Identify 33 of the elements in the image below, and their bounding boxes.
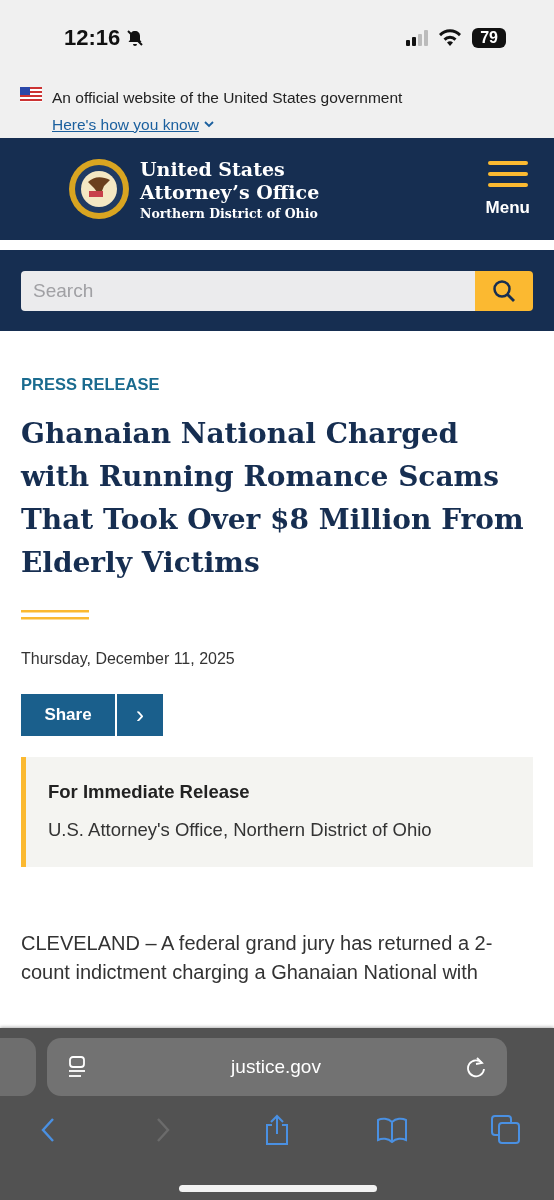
flag-icon [20,87,42,102]
status-time: 12:16 [64,24,121,51]
release-date: Thursday, December 11, 2025 [21,650,235,668]
wifi-icon [438,28,463,47]
office-name: United States [140,157,286,181]
article-title: Ghanaian National Charged with Running Romance Scams That Took Over $8 Million From Elderly Victims [21,416,525,581]
share-icon [264,1114,290,1146]
muted-bell-icon [126,28,145,47]
district-name: Northern District of Ohio [140,205,319,221]
menu-button[interactable]: Menu [485,160,530,218]
tabs-icon [491,1115,521,1145]
reload-icon[interactable] [465,1056,487,1078]
book-icon [375,1117,408,1143]
official-website-notice: An official website of the United States government [52,89,404,108]
search-icon [492,278,516,303]
battery-level: 79 [472,27,506,48]
menu-icon [487,160,528,188]
search-field[interactable]: Search [21,270,475,311]
department-seal-icon [68,158,130,220]
url-text: justice.gov [231,1056,321,1078]
article-paragraph: CLEVELAND – A federal grand jury has returned a 2-count indictment charging a Ghanaian National with [21,931,494,985]
how-you-know-link[interactable]: Here's how you know [52,115,199,134]
notice-text: U.S. Attorney's Office, Northern District of Ohio [48,819,433,841]
office-name: Attorney’s Office [140,180,321,204]
notice-heading: For Immediate Release [48,781,251,803]
share-expand-button[interactable]: › [117,694,163,736]
reader-icon [67,1056,87,1078]
double-rule-icon [21,610,89,620]
share-button[interactable]: Share [21,694,115,736]
press-release-label: PRESS RELEASE [21,375,160,394]
chevron-down-icon [203,121,214,129]
address-bar[interactable]: justice.gov [47,1038,507,1096]
search-button[interactable] [475,270,533,311]
